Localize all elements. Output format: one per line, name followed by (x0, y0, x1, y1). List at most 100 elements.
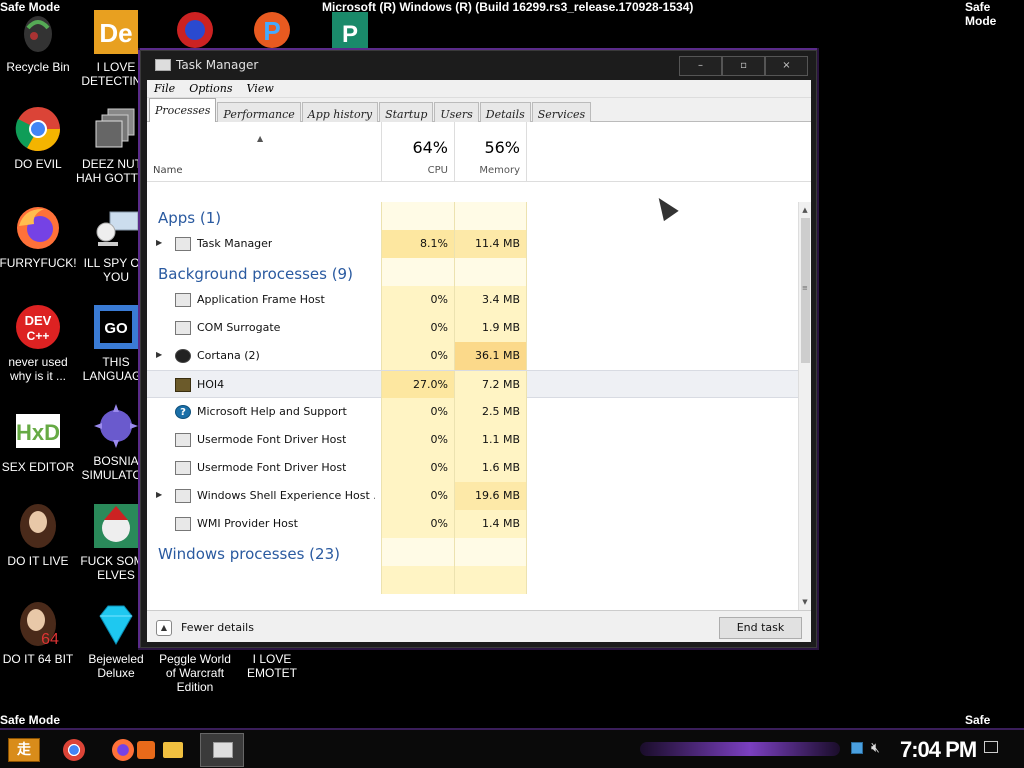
file-explorer-icon[interactable] (163, 742, 183, 758)
column-header: ▲ Name 64% CPU 56% Memory (147, 122, 811, 182)
bejeweled-gem-icon (92, 600, 140, 648)
help-icon: ? (175, 405, 191, 419)
process-list[interactable]: Apps (1) ▶ Task Manager 8.1% 11.4 MB Bac… (147, 202, 798, 610)
process-row[interactable]: COM Surrogate 0% 1.9 MB (147, 314, 798, 342)
app-frame-icon (175, 293, 191, 307)
process-row[interactable]: ? Microsoft Help and Support 0% 2.5 MB (147, 398, 798, 426)
close-button[interactable]: × (765, 56, 808, 76)
desktop-icon-peggle-wow[interactable]: Peggle World of Warcraft Edition (155, 652, 235, 694)
desktop-icon-recycle-bin[interactable]: Recycle Bin (0, 8, 78, 74)
svg-text:DEV: DEV (25, 313, 52, 328)
sort-up-icon: ▲ (257, 134, 264, 143)
task-manager-window[interactable]: Task Manager – ▫ × File Options View Pro… (140, 50, 817, 648)
task-manager-icon (155, 59, 171, 71)
notifications-icon[interactable] (984, 741, 998, 753)
copy-windows-icon (92, 105, 140, 153)
taskbar-task-manager-button[interactable] (200, 733, 244, 767)
menu-file[interactable]: File (147, 80, 182, 97)
process-row-partial[interactable] (147, 566, 798, 594)
pinball-p-icon: P (248, 8, 296, 56)
column-memory[interactable]: 56% Memory (454, 122, 527, 182)
wmi-icon (175, 517, 191, 531)
task-manager-icon (213, 742, 233, 758)
fewer-details-link[interactable]: Fewer details (181, 621, 254, 634)
process-row[interactable]: ▶ Cortana (2) 0% 36.1 MB (147, 342, 798, 370)
process-row[interactable]: Usermode Font Driver Host 0% 1.1 MB (147, 426, 798, 454)
svg-text:P: P (263, 16, 280, 46)
recycle-bin-icon (14, 8, 62, 56)
tab-startup[interactable]: Startup (379, 102, 434, 122)
remote-desktop-icon (92, 204, 140, 252)
start-button[interactable]: 走 (8, 738, 40, 762)
process-row[interactable]: ▶ Windows Shell Experience Host ... 0% 1… (147, 482, 798, 510)
menu-view[interactable]: View (240, 80, 281, 97)
chrome-icon (14, 105, 62, 153)
desktop-icon-sex-editor[interactable]: HxD SEX EDITOR (0, 408, 78, 474)
tab-bar: Processes Performance App history Startu… (147, 98, 811, 122)
end-task-button[interactable]: End task (719, 617, 802, 639)
chrome-icon[interactable] (63, 739, 85, 761)
desktop-icon-do-evil[interactable]: DO EVIL (0, 105, 78, 171)
cortana-icon (175, 349, 191, 363)
scroll-grip-icon: ≡ (802, 284, 808, 292)
svg-text:C++: C++ (27, 329, 50, 343)
font-driver-icon (175, 461, 191, 475)
tab-processes[interactable]: Processes (149, 98, 217, 122)
process-row[interactable]: ▶ Task Manager 8.1% 11.4 MB (147, 230, 798, 258)
desktop-icon-dev-cpp[interactable]: DEV C++ never used why is it ... (0, 303, 78, 383)
minimize-button[interactable]: – (679, 56, 722, 76)
tab-performance[interactable]: Performance (217, 102, 301, 122)
footer-bar: ▲ Fewer details End task (147, 610, 811, 642)
spiked-ball-icon (92, 402, 140, 450)
task-manager-icon (175, 237, 191, 251)
desktop-icon-do-it-live[interactable]: DO IT LIVE (0, 502, 78, 568)
shell-host-icon (175, 489, 191, 503)
process-row-selected[interactable]: HOI4 27.0% 7.2 MB (147, 370, 798, 399)
portrait-64-icon: 64 (14, 600, 62, 648)
safe-mode-label-bottom-left: Safe Mode (0, 713, 61, 727)
portrait-icon (14, 502, 62, 550)
volume-muted-icon[interactable]: 🔇︎ (871, 740, 880, 756)
tab-services[interactable]: Services (531, 102, 592, 122)
maximize-button[interactable]: ▫ (722, 56, 765, 76)
tab-users[interactable]: Users (434, 102, 479, 122)
safe-mode-label-top-right: Safe Mode (965, 0, 997, 28)
process-row[interactable]: Application Frame Host 0% 3.4 MB (147, 286, 798, 314)
window-title: Task Manager (176, 58, 259, 72)
group-header-background[interactable]: Background processes (9) (147, 258, 798, 286)
taskbar: 走 🔇︎ 7:04 PM (0, 728, 1024, 768)
group-header-windows[interactable]: Windows processes (23) (147, 538, 798, 566)
tab-details[interactable]: Details (479, 102, 531, 122)
expand-icon[interactable]: ▶ (156, 238, 162, 247)
chevron-up-icon[interactable]: ▲ (156, 620, 172, 636)
svg-text:HxD: HxD (16, 420, 60, 445)
task-manager-body: File Options View Processes Performance … (147, 80, 811, 642)
column-cpu[interactable]: 64% CPU (381, 122, 454, 182)
scroll-down-icon[interactable]: ▼ (799, 596, 811, 608)
svg-text:64: 64 (41, 631, 59, 648)
expand-icon[interactable]: ▶ (156, 490, 162, 499)
process-row[interactable]: Usermode Font Driver Host 0% 1.6 MB (147, 454, 798, 482)
santa-game-icon (92, 502, 140, 550)
vertical-scrollbar[interactable]: ▲ ≡ ▼ (798, 202, 811, 610)
cpu-total: 64% (412, 138, 448, 157)
publisher-icon: P (326, 8, 374, 56)
process-row[interactable]: WMI Provider Host 0% 1.4 MB (147, 510, 798, 538)
tab-app-history[interactable]: App history (301, 102, 379, 122)
menu-options[interactable]: Options (182, 80, 239, 97)
clock[interactable]: 7:04 PM (900, 737, 977, 763)
column-name[interactable]: Name (153, 165, 183, 176)
desktop-icon-i-love-emotet[interactable]: I LOVE EMOTET (232, 652, 312, 680)
desktop-icon-do-it-64-bit[interactable]: 64 DO IT 64 BIT (0, 600, 78, 666)
taskbar-decoration (640, 742, 840, 756)
hxd-icon: HxD (14, 408, 62, 456)
title-bar[interactable]: Task Manager – ▫ × (141, 51, 816, 79)
cpu-label: CPU (427, 165, 448, 176)
network-icon[interactable] (851, 742, 863, 754)
scroll-up-icon[interactable]: ▲ (799, 204, 811, 216)
media-player-icon[interactable] (137, 741, 155, 759)
group-header-apps[interactable]: Apps (1) (147, 202, 798, 230)
desktop-icon-furryfuck[interactable]: FURRYFUCK! (0, 204, 78, 270)
firefox-icon[interactable] (112, 739, 134, 761)
expand-icon[interactable]: ▶ (156, 350, 162, 359)
